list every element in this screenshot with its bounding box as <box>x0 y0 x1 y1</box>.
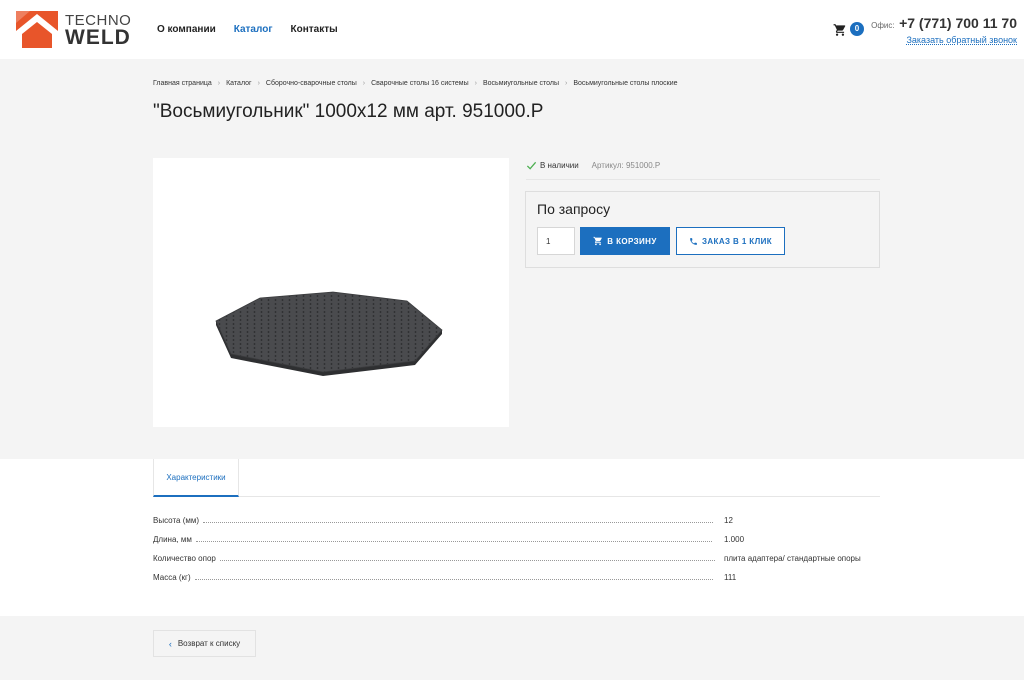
spec-row: Количество опор плита адаптера/ стандарт… <box>153 554 880 573</box>
check-icon <box>526 161 537 170</box>
back-to-list-button[interactable]: ‹ Возврат к списку <box>153 630 256 657</box>
breadcrumb-separator-icon: › <box>565 80 568 87</box>
spec-value: 12 <box>724 516 733 525</box>
price-label: По запросу <box>537 201 611 217</box>
logo-mark-icon <box>16 11 58 48</box>
phone-label: Офис: <box>871 21 895 30</box>
nav-item-catalog[interactable]: Каталог <box>234 24 273 35</box>
spec-value: 1.000 <box>724 535 745 544</box>
quantity-input[interactable] <box>537 227 575 255</box>
specs-section: Характеристики Высота (мм) 12 Длина, мм … <box>0 459 1024 616</box>
spec-name: Количество опор <box>153 554 216 563</box>
phone-number[interactable]: +7 (771) 700 11 70 <box>899 15 1017 31</box>
spec-row: Высота (мм) 12 <box>153 516 880 535</box>
spec-dots <box>219 554 715 561</box>
phone-line: Офис: +7 (771) 700 11 70 <box>857 15 1017 33</box>
breadcrumb-separator-icon: › <box>217 80 221 87</box>
breadcrumb-item[interactable]: Сварочные столы 16 системы <box>371 80 469 87</box>
article-number: Артикул: 951000.P <box>591 161 661 170</box>
breadcrumb-item[interactable]: Главная страница <box>153 80 212 87</box>
phone-icon <box>690 237 697 245</box>
site-header: TECHNO WELD О компании Каталог Контакты … <box>0 0 1024 59</box>
main-nav: О компании Каталог Контакты <box>157 24 338 35</box>
back-to-list-label: Возврат к списку <box>177 639 241 648</box>
spec-row: Длина, мм 1.000 <box>153 535 880 554</box>
breadcrumb-separator-icon: › <box>257 80 260 87</box>
logo-text-bottom: WELD <box>65 26 131 49</box>
breadcrumb-item-current: Восьмиугольные столы плоские <box>573 80 678 87</box>
add-to-cart-label: В КОРЗИНУ <box>607 236 657 246</box>
spec-name: Высота (мм) <box>153 516 200 525</box>
callback-link[interactable]: Заказать обратный звонок <box>857 35 1017 45</box>
tab-bar: Характеристики <box>153 459 880 497</box>
one-click-order-button[interactable]: ЗАКАЗ В 1 КЛИК <box>676 227 785 255</box>
spec-name: Масса (кг) <box>153 573 191 582</box>
breadcrumb: Главная страница › Каталог › Сборочно-св… <box>153 80 678 87</box>
spec-name: Длина, мм <box>153 535 192 544</box>
spec-list: Высота (мм) 12 Длина, мм 1.000 Количеств… <box>153 516 880 592</box>
spec-value: плита адаптера/ стандартные опоры <box>724 554 861 563</box>
product-image[interactable] <box>153 158 509 427</box>
contact-block: Офис: +7 (771) 700 11 70 Заказать обратн… <box>857 15 1017 45</box>
page-title: "Восьмиугольник" 1000x12 мм арт. 951000.… <box>153 101 544 122</box>
logo[interactable]: TECHNO WELD <box>16 11 136 49</box>
availability-row: В наличии Артикул: 951000.P <box>526 158 880 180</box>
spec-dots <box>195 535 712 542</box>
add-to-cart-button[interactable]: В КОРЗИНУ <box>580 227 670 255</box>
breadcrumb-separator-icon: › <box>362 80 366 87</box>
nav-item-contacts[interactable]: Контакты <box>291 24 338 35</box>
one-click-order-label: ЗАКАЗ В 1 КЛИК <box>701 236 773 246</box>
breadcrumb-separator-icon: › <box>474 80 477 87</box>
tab-characteristics[interactable]: Характеристики <box>153 459 239 497</box>
chevron-left-icon: ‹ <box>168 638 172 649</box>
octagon-table-image <box>215 291 443 376</box>
breadcrumb-item[interactable]: Восьмиугольные столы <box>483 80 559 87</box>
breadcrumb-item[interactable]: Сборочно-сварочные столы <box>266 80 357 87</box>
in-stock-status: В наличии <box>540 161 579 170</box>
spec-dots <box>203 516 714 523</box>
cart-icon <box>833 24 846 36</box>
spec-row: Масса (кг) 111 <box>153 573 880 592</box>
breadcrumb-item[interactable]: Каталог <box>226 80 251 87</box>
spec-dots <box>194 573 713 580</box>
buy-box: По запросу В КОРЗИНУ ЗАКАЗ В 1 КЛИК <box>525 191 880 268</box>
cart-icon <box>593 236 603 246</box>
nav-item-about[interactable]: О компании <box>157 24 216 35</box>
spec-value: 111 <box>724 573 737 582</box>
